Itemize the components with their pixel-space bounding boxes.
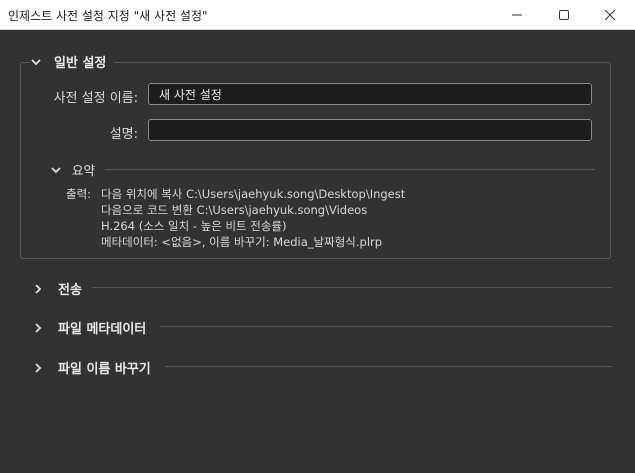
general-settings-header[interactable]: 일반 설정 xyxy=(30,52,115,71)
file-rename-section-header[interactable]: 파일 이름 바꾸기 xyxy=(32,358,161,377)
summary-header[interactable]: 요약 xyxy=(50,160,104,179)
maximize-button[interactable] xyxy=(541,0,587,29)
chevron-down-icon xyxy=(30,56,42,68)
summary-line: 다음 위치에 복사 C:\Users\jaehyuk.song\Desktop\… xyxy=(101,187,406,201)
general-settings-title: 일반 설정 xyxy=(54,56,107,71)
chevron-down-icon xyxy=(50,164,62,176)
file-metadata-title: 파일 메타데이터 xyxy=(58,322,147,337)
file-rename-title: 파일 이름 바꾸기 xyxy=(58,362,151,377)
transfer-title: 전송 xyxy=(58,283,82,298)
summary-title: 요약 xyxy=(72,163,96,178)
window-title: 인제스트 사전 설정 지정 "새 사전 설정" xyxy=(8,9,208,23)
preset-name-label: 사전 설정 이름: xyxy=(53,91,138,106)
summary-line: 다음으로 코드 변환 C:\Users\jaehyuk.song\Videos xyxy=(101,203,368,217)
transfer-divider xyxy=(90,287,612,288)
title-bar: 인제스트 사전 설정 지정 "새 사전 설정" xyxy=(0,0,635,30)
minimize-button[interactable] xyxy=(494,0,540,29)
description-label: 설명: xyxy=(109,127,138,142)
output-label: 출력: xyxy=(66,187,92,201)
summary-line: H.264 (소스 일치 - 높은 비트 전송률) xyxy=(101,219,287,233)
chevron-right-icon xyxy=(32,362,44,374)
summary-divider xyxy=(105,169,595,170)
close-button[interactable] xyxy=(587,0,633,29)
transfer-section-header[interactable]: 전송 xyxy=(32,279,92,298)
file-metadata-section-header[interactable]: 파일 메타데이터 xyxy=(32,318,157,337)
description-input[interactable] xyxy=(148,119,592,141)
summary-line: 메타데이터: <없음>, 이름 바꾸기: Media_날짜형식.plrp xyxy=(101,235,383,249)
dialog-content: 일반 설정 사전 설정 이름: 설명: 요약 출력: 다음 위치에 복사 C:\… xyxy=(0,30,635,473)
close-icon xyxy=(605,9,615,20)
file-metadata-divider xyxy=(160,326,612,327)
chevron-right-icon xyxy=(32,322,44,334)
file-rename-divider xyxy=(165,366,612,367)
preset-name-input[interactable] xyxy=(148,83,592,105)
chevron-right-icon xyxy=(32,283,44,295)
minimize-icon xyxy=(512,14,522,15)
maximize-icon xyxy=(559,9,569,20)
